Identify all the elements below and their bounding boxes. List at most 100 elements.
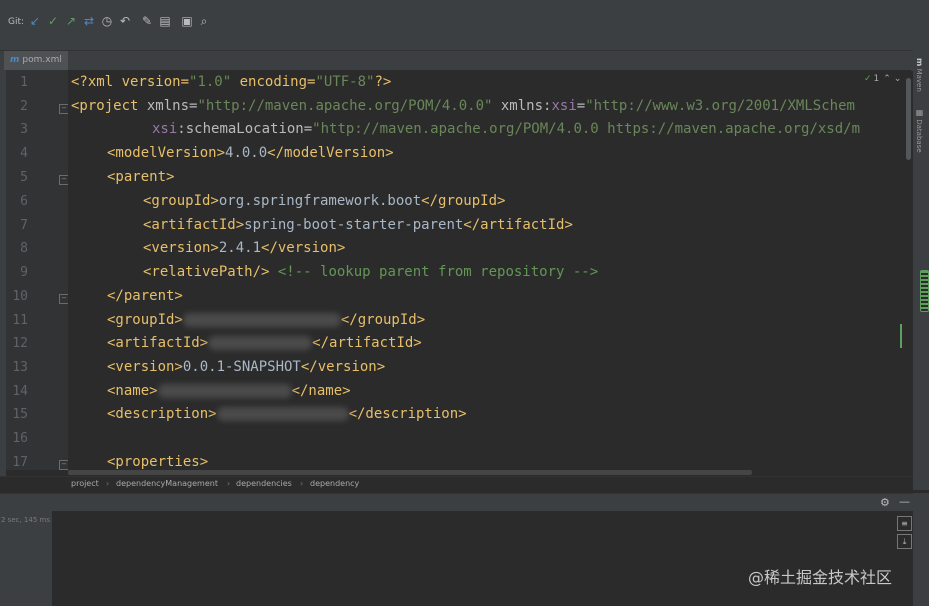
change-marker	[900, 324, 902, 348]
code-line: <groupId>org.springframework.boot</group…	[143, 189, 505, 213]
database-tool-button[interactable]: ▦ Database	[915, 108, 924, 153]
line-number: 15	[12, 407, 28, 422]
code-token: <properties>	[107, 454, 209, 470]
line-number: 10	[12, 289, 28, 304]
history-icon[interactable]: ◷	[100, 14, 114, 28]
breadcrumb-item[interactable]: dependencies	[236, 479, 292, 488]
code-line: <artifactId>spring-boot-starter-parent</…	[143, 213, 573, 237]
code-token: org.springframework.boot	[218, 193, 422, 209]
vertical-scrollbar-thumb[interactable]	[906, 78, 911, 160]
minimize-icon[interactable]: —	[899, 495, 910, 508]
code-token: </name>	[291, 383, 351, 399]
code-token: <artifactId>	[107, 335, 209, 351]
run-tree-panel: 2 sec, 145 ms	[0, 511, 52, 606]
maven-tool-button[interactable]: m Maven	[915, 58, 924, 92]
breadcrumb-separator: ›	[300, 479, 304, 488]
code-token: xmlns=	[146, 98, 198, 114]
gear-icon[interactable]: ⚙	[880, 496, 890, 509]
breadcrumb: project › dependencyManagement › depende…	[0, 476, 913, 493]
code-line: <artifactId> </artifactId>	[107, 331, 422, 355]
database-icon: ▦	[915, 108, 924, 117]
code-token: <artifactId>	[143, 217, 245, 233]
tab-pom-xml[interactable]: m pom.xml	[4, 51, 68, 72]
push-icon[interactable]: ↗	[64, 14, 78, 28]
code-token: <modelVersion>	[107, 145, 226, 161]
code-token: <groupId>	[107, 312, 183, 328]
console-side-toolbar: ≡ ⤓	[897, 493, 929, 606]
line-number: 6	[20, 194, 28, 209]
redacted-value	[182, 313, 341, 327]
search-icon[interactable]: ⌕	[197, 14, 211, 28]
code-line: xsi:schemaLocation="http://maven.apache.…	[152, 117, 860, 141]
horizontal-scrollbar[interactable]	[68, 470, 752, 475]
line-number: 14	[12, 384, 28, 399]
code-line: <properties>	[107, 450, 208, 470]
code-line: </parent>	[107, 284, 183, 308]
merge-icon[interactable]: ⇄	[82, 14, 96, 28]
code-line: <description> </description>	[107, 402, 467, 426]
code-token: </description>	[348, 406, 467, 422]
code-token: </parent>	[107, 288, 183, 304]
line-number: 7	[20, 218, 28, 233]
code-token: <version>	[107, 359, 183, 375]
code-token: encoding=	[231, 74, 316, 90]
folder-icon[interactable]: ▤	[158, 14, 172, 28]
code-token: </version>	[300, 359, 386, 375]
inspection-count: 1	[873, 74, 880, 84]
inspection-widget[interactable]: ✓ 1 ⌃ ⌄	[864, 74, 901, 84]
code-token: "http://www.w3.org/2001/XMLSchem	[585, 98, 855, 114]
code-editor[interactable]: <?xml version="1.0" encoding="UTF-8"?> <…	[68, 70, 911, 470]
redacted-value	[216, 407, 349, 421]
breadcrumb-item[interactable]: project	[71, 479, 99, 488]
redacted-value	[208, 336, 313, 350]
maven-tool-label: Maven	[915, 68, 923, 92]
editor-tab-bar: m pom.xml	[0, 50, 913, 72]
soft-wrap-icon[interactable]: ≡	[897, 516, 912, 531]
window-icon[interactable]: ▣	[180, 14, 194, 28]
chevron-down-icon[interactable]: ⌄	[894, 74, 902, 84]
line-number: 12	[12, 336, 28, 351]
code-token: "UTF-8"	[315, 74, 375, 90]
line-number: 13	[12, 360, 28, 375]
chevron-up-icon[interactable]: ⌃	[883, 74, 891, 84]
breadcrumb-item[interactable]: dependencyManagement	[116, 479, 218, 488]
code-token: <description>	[107, 406, 217, 422]
code-token: </version>	[261, 240, 346, 256]
line-number: 16	[12, 431, 28, 446]
code-line: <version>2.4.1</version>	[143, 236, 345, 260]
code-token: <version>	[143, 240, 219, 256]
scroll-to-end-icon[interactable]: ⤓	[897, 534, 912, 549]
vcs-toolbar: Git: ↙ ✓ ↗ ⇄ ◷ ↶ ✎ ▤ ▣ ⌕	[0, 0, 929, 50]
code-token: xsi	[551, 98, 577, 114]
breadcrumb-item[interactable]: dependency	[310, 479, 359, 488]
line-number: 11	[12, 313, 28, 328]
code-token: </groupId>	[421, 193, 506, 209]
code-token: ?>	[374, 74, 392, 90]
code-token: "http://maven.apache.org/POM/4.0.0"	[197, 98, 493, 114]
console-output[interactable]	[52, 511, 913, 606]
code-token: </artifactId>	[312, 335, 422, 351]
line-number: 17	[12, 455, 28, 470]
memory-indicator[interactable]	[920, 270, 929, 312]
code-line: <name> </name>	[107, 379, 351, 403]
code-token: </modelVersion>	[267, 145, 394, 161]
settings-icon[interactable]: ✎	[140, 14, 154, 28]
code-token: "1.0"	[189, 74, 232, 90]
code-comment: <!-- lookup parent from repository -->	[269, 264, 599, 280]
line-number: 5	[20, 170, 28, 185]
maven-file-icon: m	[10, 55, 20, 65]
code-token: <name>	[107, 383, 158, 399]
rollback-icon[interactable]: ↶	[118, 14, 132, 28]
code-token: <project	[71, 98, 147, 114]
code-token: :schemaLocation=	[177, 121, 313, 137]
line-number: 2	[20, 99, 28, 114]
line-gutter: 1 2 3 4 5 6 7 8 9 10 11 12 13 14 15 16 1…	[6, 70, 69, 470]
commit-icon[interactable]: ✓	[46, 14, 60, 28]
update-icon[interactable]: ↙	[28, 14, 42, 28]
code-line: <project xmlns="http://maven.apache.org/…	[71, 94, 855, 118]
line-number: 8	[20, 241, 28, 256]
code-line: <?xml version="1.0" encoding="UTF-8"?>	[71, 70, 391, 94]
code-token: <?xml version=	[71, 74, 190, 90]
code-token: <relativePath/>	[143, 264, 270, 280]
line-number: 3	[20, 122, 28, 137]
